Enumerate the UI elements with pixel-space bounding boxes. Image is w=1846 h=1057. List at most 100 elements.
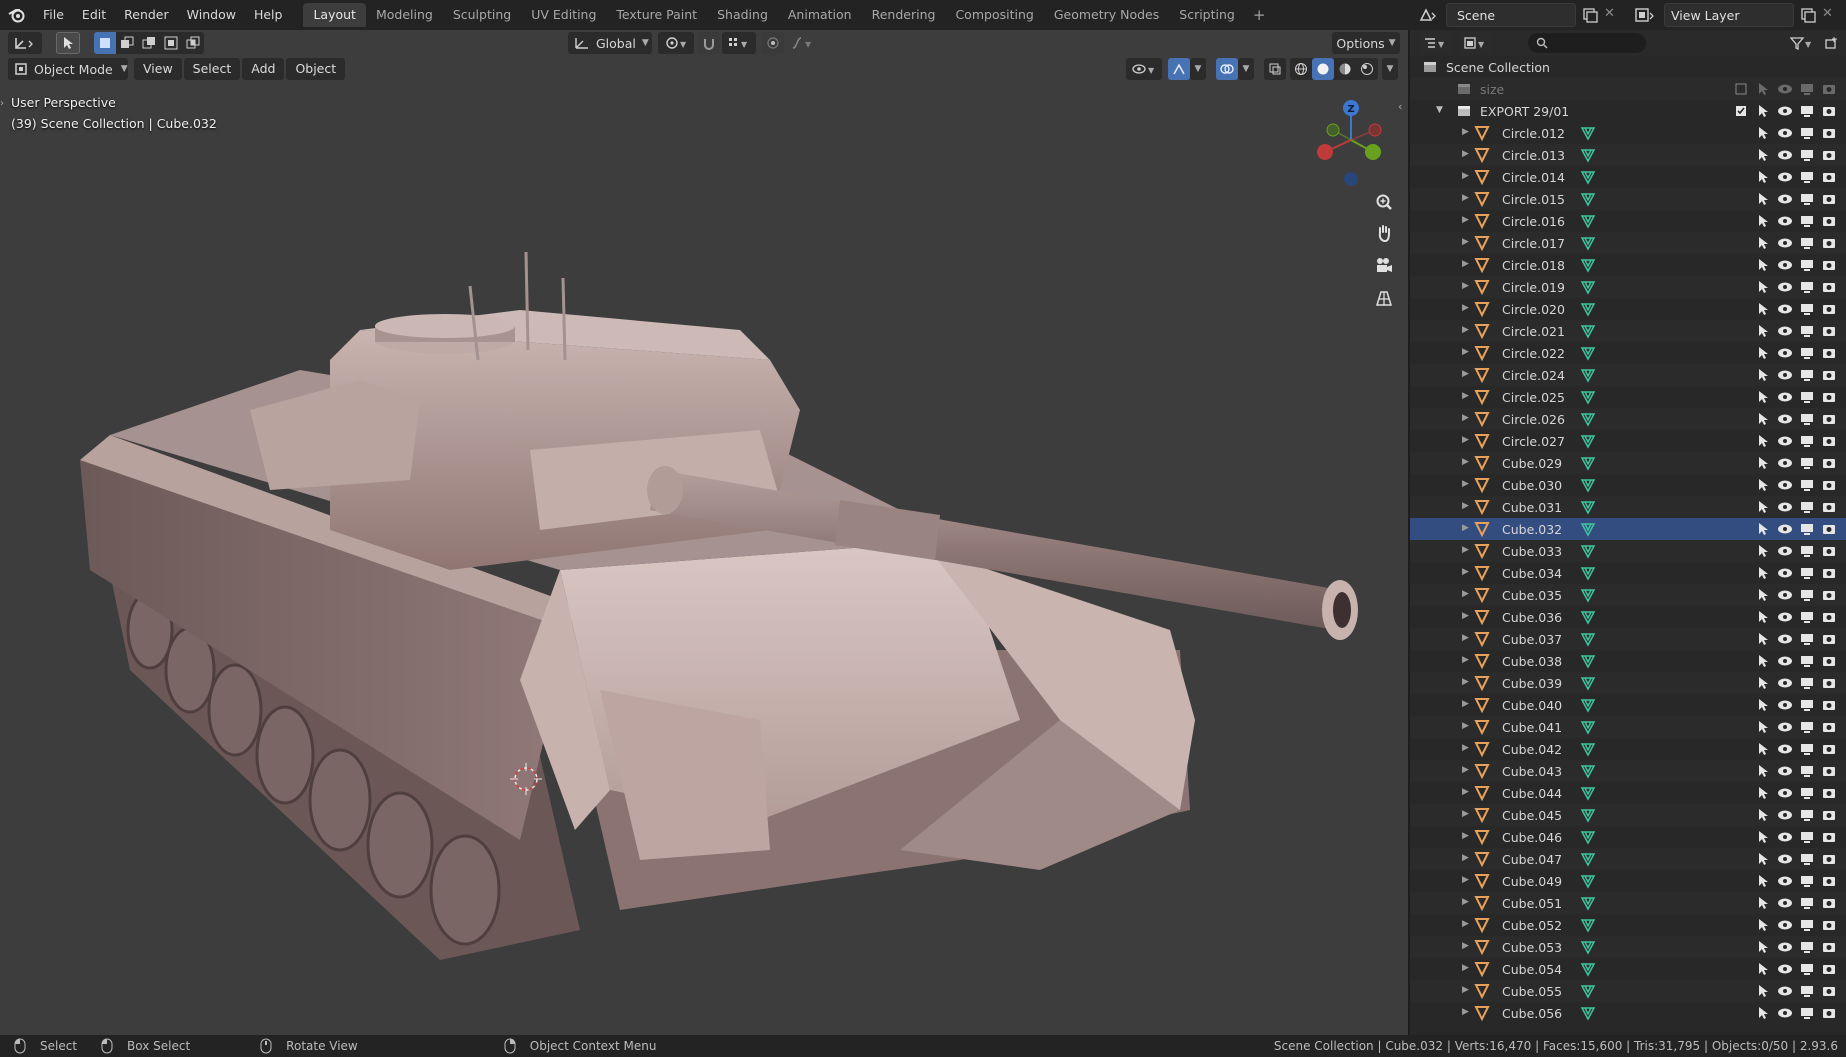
overlays-dropdown[interactable]: ▼ [1238, 58, 1254, 80]
viewport-display-icon[interactable] [1798, 147, 1816, 163]
render-camera-icon[interactable] [1820, 895, 1838, 911]
mesh-data-icon[interactable] [1580, 301, 1596, 317]
viewport-display-icon[interactable] [1798, 763, 1816, 779]
visibility-eye-icon[interactable] [1776, 543, 1794, 559]
mesh-data-icon[interactable] [1580, 389, 1596, 405]
expand-arrow-icon[interactable]: ▶ [1462, 875, 1469, 885]
viewport-display-icon[interactable] [1798, 345, 1816, 361]
expand-arrow-icon[interactable]: ▶ [1462, 325, 1469, 335]
expand-arrow-icon[interactable]: ▶ [1462, 347, 1469, 357]
mesh-data-icon[interactable] [1580, 587, 1596, 603]
selectable-toggle-icon[interactable] [1754, 587, 1772, 603]
selectable-toggle-icon[interactable] [1754, 741, 1772, 757]
expand-arrow-icon[interactable]: ▶ [1462, 479, 1469, 489]
render-camera-icon[interactable] [1820, 521, 1838, 537]
selectable-toggle-icon[interactable] [1754, 367, 1772, 383]
visibility-eye-icon[interactable] [1776, 433, 1794, 449]
selectable-toggle-icon[interactable] [1754, 807, 1772, 823]
selectable-toggle-icon[interactable] [1754, 169, 1772, 185]
render-camera-icon[interactable] [1820, 807, 1838, 823]
viewport-display-icon[interactable] [1798, 103, 1816, 119]
visibility-eye-icon[interactable] [1776, 279, 1794, 295]
outliner-object-row[interactable]: ▶ Cube.042 [1410, 738, 1846, 760]
render-camera-icon[interactable] [1820, 565, 1838, 581]
mesh-data-icon[interactable] [1580, 829, 1596, 845]
selectable-toggle-icon[interactable] [1754, 785, 1772, 801]
tab-layout[interactable]: Layout [303, 3, 366, 27]
mesh-data-icon[interactable] [1580, 675, 1596, 691]
camera-view-icon[interactable] [1371, 252, 1397, 278]
outliner-object-row[interactable]: ▶ Cube.038 [1410, 650, 1846, 672]
selectable-toggle-icon[interactable] [1754, 499, 1772, 515]
selectable-toggle-icon[interactable] [1754, 609, 1772, 625]
visibility-eye-icon[interactable] [1776, 411, 1794, 427]
selectable-toggle-icon[interactable] [1754, 917, 1772, 933]
snap-toggle-icon[interactable] [698, 32, 720, 54]
view-layer-selector[interactable]: View Layer [1664, 3, 1794, 27]
selectable-toggle-icon[interactable] [1754, 235, 1772, 251]
blender-logo-icon[interactable] [0, 0, 34, 30]
mesh-data-icon[interactable] [1580, 697, 1596, 713]
mesh-data-icon[interactable] [1580, 257, 1596, 273]
selectable-toggle-icon[interactable] [1754, 433, 1772, 449]
expand-arrow-icon[interactable]: ▶ [1462, 281, 1469, 291]
render-camera-icon[interactable] [1820, 411, 1838, 427]
outliner-object-row[interactable]: ▶ Cube.034 [1410, 562, 1846, 584]
render-camera-icon[interactable] [1820, 257, 1838, 273]
render-camera-icon[interactable] [1820, 741, 1838, 757]
expand-arrow-icon[interactable]: ▶ [1462, 831, 1469, 841]
expand-arrow-icon[interactable]: ▶ [1462, 259, 1469, 269]
selectable-toggle-icon[interactable] [1754, 675, 1772, 691]
render-camera-icon[interactable] [1820, 543, 1838, 559]
menu-edit[interactable]: Edit [73, 0, 115, 30]
render-camera-icon[interactable] [1820, 323, 1838, 339]
render-camera-icon[interactable] [1820, 719, 1838, 735]
menu-render[interactable]: Render [115, 0, 178, 30]
tab-sculpting[interactable]: Sculpting [443, 3, 521, 27]
outliner-object-row[interactable]: ▶ Cube.051 [1410, 892, 1846, 914]
outliner-object-row[interactable]: ▶ Cube.031 [1410, 496, 1846, 518]
outliner-object-row[interactable]: ▶ Circle.013 [1410, 144, 1846, 166]
mesh-data-icon[interactable] [1580, 125, 1596, 141]
viewport-display-icon[interactable] [1798, 851, 1816, 867]
selectable-toggle-icon[interactable] [1754, 719, 1772, 735]
viewport-display-icon[interactable] [1798, 895, 1816, 911]
selectable-toggle-icon[interactable] [1754, 411, 1772, 427]
outliner-search-input[interactable] [1528, 33, 1646, 53]
orthographic-toggle-icon[interactable] [1371, 285, 1397, 311]
visibility-eye-icon[interactable] [1776, 609, 1794, 625]
outliner-object-row[interactable]: ▶ Circle.015 [1410, 188, 1846, 210]
visibility-eye-icon[interactable] [1776, 103, 1794, 119]
render-camera-icon[interactable] [1820, 631, 1838, 647]
render-camera-icon[interactable] [1820, 235, 1838, 251]
expand-arrow-icon[interactable]: ▶ [1462, 941, 1469, 951]
outliner-object-row[interactable]: ▶ Circle.014 [1410, 166, 1846, 188]
outliner-object-row[interactable]: ▶ Cube.037 [1410, 628, 1846, 650]
mesh-data-icon[interactable] [1580, 213, 1596, 229]
select-invert-icon[interactable] [160, 32, 182, 54]
visibility-eye-icon[interactable] [1776, 191, 1794, 207]
viewport-display-icon[interactable] [1798, 279, 1816, 295]
mesh-data-icon[interactable] [1580, 191, 1596, 207]
falloff-dropdown[interactable]: ▼ [786, 32, 820, 54]
visibility-eye-icon[interactable] [1776, 697, 1794, 713]
viewport-display-icon[interactable] [1798, 587, 1816, 603]
outliner-object-row[interactable]: ▶ Circle.024 [1410, 364, 1846, 386]
visibility-eye-icon[interactable] [1776, 147, 1794, 163]
visibility-eye-icon[interactable] [1776, 213, 1794, 229]
visibility-eye-icon[interactable] [1776, 169, 1794, 185]
render-camera-icon[interactable] [1820, 675, 1838, 691]
selectable-toggle-icon[interactable] [1754, 565, 1772, 581]
render-camera-icon[interactable] [1820, 455, 1838, 471]
viewport-display-icon[interactable] [1798, 323, 1816, 339]
viewport-display-icon[interactable] [1798, 609, 1816, 625]
expand-arrow-icon[interactable]: ▶ [1462, 985, 1469, 995]
viewport-display-icon[interactable] [1798, 235, 1816, 251]
render-camera-icon[interactable] [1820, 499, 1838, 515]
selectable-toggle-icon[interactable] [1754, 213, 1772, 229]
visibility-eye-icon[interactable] [1776, 257, 1794, 273]
mesh-data-icon[interactable] [1580, 983, 1596, 999]
expand-arrow-icon[interactable]: ▶ [1462, 215, 1469, 225]
outliner-object-row[interactable]: ▶ Circle.020 [1410, 298, 1846, 320]
viewport-display-icon[interactable] [1798, 191, 1816, 207]
